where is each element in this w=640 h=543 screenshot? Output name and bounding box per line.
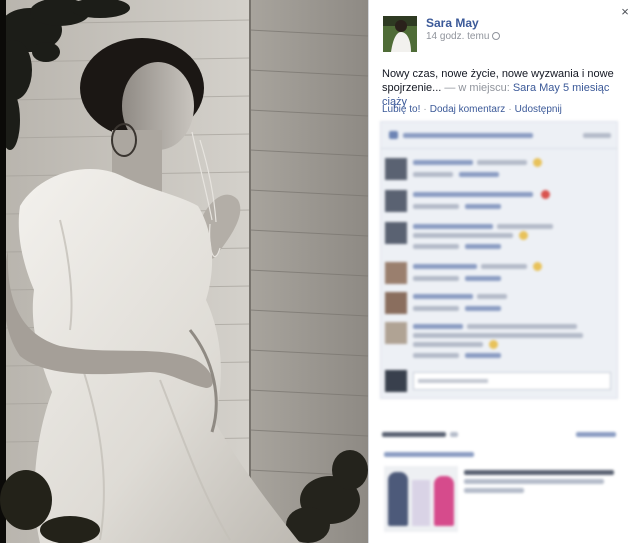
location-separator: — w miejscu: xyxy=(441,82,513,94)
ad-image[interactable] xyxy=(384,466,458,532)
comment-button[interactable]: Dodaj komentarz xyxy=(430,104,506,115)
comment-row xyxy=(385,188,615,218)
photo-stage[interactable] xyxy=(0,0,368,543)
commenter-avatar[interactable] xyxy=(385,292,407,314)
comment-input[interactable] xyxy=(413,372,611,390)
photo-viewer: × Sara May 14 godz. temu Nowy czas, nowe… xyxy=(0,0,640,543)
author-name[interactable]: Sara May xyxy=(426,16,479,30)
close-icon[interactable]: × xyxy=(618,5,632,19)
post-actions: Lubię to! · Dodaj komentarz · Udostępnij xyxy=(382,104,562,115)
comment-composer xyxy=(385,370,615,394)
post-photo xyxy=(0,0,368,543)
viewer-avatar xyxy=(385,370,407,392)
emoticon-icon xyxy=(533,262,542,271)
action-separator: · xyxy=(508,104,512,115)
action-separator: · xyxy=(423,104,427,115)
commenter-avatar[interactable] xyxy=(385,190,407,212)
comment-row xyxy=(385,156,615,186)
globe-icon xyxy=(492,32,501,40)
author-avatar[interactable] xyxy=(383,16,417,52)
commenter-avatar[interactable] xyxy=(385,322,407,344)
comment-row xyxy=(385,320,615,364)
post-text: Nowy czas, nowe życie, nowe wyzwania i n… xyxy=(382,67,632,109)
comment-row xyxy=(385,220,615,256)
comments-section xyxy=(380,121,618,399)
comment-row xyxy=(385,260,615,290)
commenter-avatar[interactable] xyxy=(385,222,407,244)
avatar-photo xyxy=(383,16,417,52)
like-button[interactable]: Lubię to! xyxy=(382,104,420,115)
emoticon-icon xyxy=(533,158,542,167)
timestamp-text[interactable]: 14 godz. temu xyxy=(426,31,489,42)
comment-row xyxy=(385,290,615,320)
commenter-avatar[interactable] xyxy=(385,158,407,180)
emoticon-icon xyxy=(519,231,528,240)
heart-icon xyxy=(541,190,550,199)
sponsored-section xyxy=(380,426,622,538)
commenter-avatar[interactable] xyxy=(385,262,407,284)
likes-summary[interactable] xyxy=(387,128,613,140)
post-timestamp[interactable]: 14 godz. temu xyxy=(426,31,501,42)
share-button[interactable]: Udostępnij xyxy=(515,104,562,115)
emoticon-icon xyxy=(489,340,498,349)
